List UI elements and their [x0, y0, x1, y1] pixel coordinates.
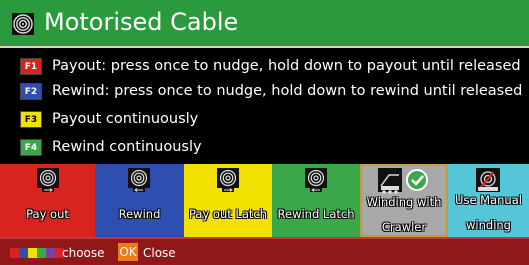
color-key-yellow	[28, 248, 37, 258]
help-text-f3: Payout continuously	[52, 111, 199, 127]
help-row-f2: F2 Rewind: press once to nudge, hold dow…	[20, 81, 529, 105]
color-key-blue	[19, 248, 28, 258]
color-keys-icon	[10, 248, 64, 258]
color-key-red	[10, 248, 19, 258]
tile-rewind-latch[interactable]: Rewind Latch	[272, 164, 360, 237]
help-text-f4: Rewind continuously	[52, 139, 202, 155]
help-text-f1: Payout: press once to nudge, hold down t…	[52, 58, 521, 74]
close-label: Close	[143, 246, 176, 260]
action-tiles: Pay out Rewind Pay out Latch Rewind Latc…	[0, 164, 529, 237]
cable-drum-icon	[37, 168, 59, 192]
tile-label-line-1: Winding with	[366, 195, 442, 209]
tile-pay-out-latch[interactable]: Pay out Latch	[184, 164, 272, 237]
tile-label-line-2: Crawler	[381, 220, 427, 234]
page-title: Motorised Cable	[44, 8, 239, 36]
tile-use-manual-winding[interactable]: Use Manual winding	[448, 164, 529, 237]
tile-pay-out[interactable]: Pay out	[0, 164, 95, 237]
tile-rewind[interactable]: Rewind	[95, 164, 184, 237]
choose-label: choose	[62, 246, 105, 260]
tile-winding-with-crawler[interactable]: Winding with Crawler	[360, 164, 448, 237]
cable-drum-icon	[128, 168, 150, 192]
color-key-purple	[46, 248, 55, 258]
f3-key-badge: F3	[20, 111, 42, 128]
cable-drum-icon	[12, 13, 34, 35]
f1-key-badge: F1	[20, 58, 42, 75]
tile-label: Rewind Latch	[277, 207, 355, 221]
tile-label: Pay out Latch	[189, 207, 267, 221]
help-row-f1: F1 Payout: press once to nudge, hold dow…	[20, 56, 529, 80]
help-text-f2: Rewind: press once to nudge, hold down t…	[52, 83, 523, 99]
help-row-f3: F3 Payout continuously	[20, 109, 529, 133]
tile-label-line-2: winding	[466, 218, 511, 232]
ok-button[interactable]: OK	[118, 243, 138, 261]
f4-key-badge: F4	[20, 139, 42, 156]
footer-bar: choose OK Close	[0, 237, 529, 265]
help-panel: F1 Payout: press once to nudge, hold dow…	[0, 48, 529, 164]
cable-drum-icon	[305, 168, 327, 192]
help-row-f4: F4 Rewind continuously	[20, 137, 529, 161]
f2-key-badge: F2	[20, 83, 42, 100]
tile-label-line-1: Use Manual	[455, 193, 522, 207]
title-bar: Motorised Cable	[0, 0, 529, 48]
crawler-check-icon	[378, 168, 428, 194]
tile-label: Rewind	[118, 207, 161, 221]
tile-label: Pay out	[26, 207, 69, 221]
color-key-green	[37, 248, 46, 258]
cable-drum-icon	[217, 168, 239, 192]
manual-winding-icon	[476, 168, 500, 192]
